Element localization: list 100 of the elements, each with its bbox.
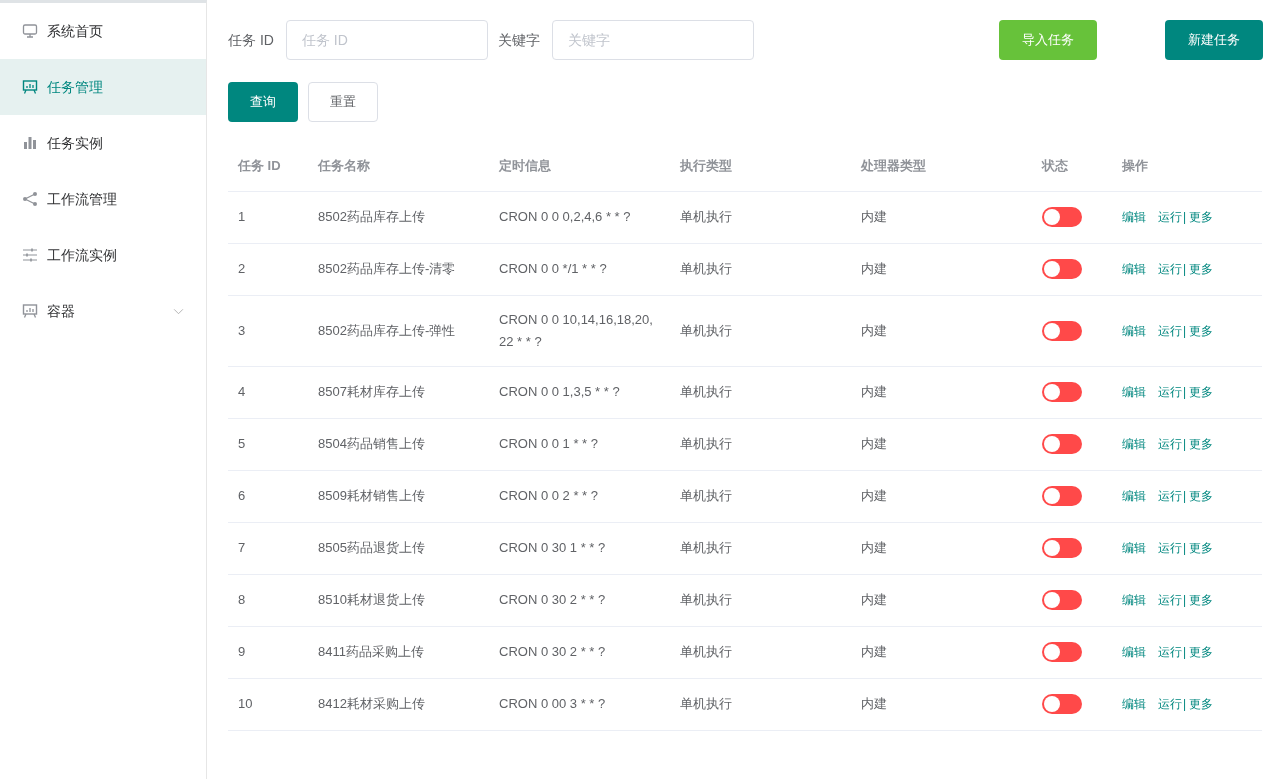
separator: |: [1183, 210, 1187, 224]
table-cell: 2: [238, 261, 246, 276]
sidebar-item[interactable]: 系统首页: [0, 3, 206, 59]
input-field[interactable]: 任务 ID: [285, 20, 488, 60]
separator: |: [1183, 489, 1187, 503]
separator: |: [1183, 541, 1187, 555]
toggle-switch[interactable]: [1042, 538, 1082, 559]
action-link[interactable]: 编辑: [1122, 385, 1146, 399]
table-cell: 单机执行: [680, 644, 732, 659]
table-cell: 单机执行: [680, 696, 732, 711]
action-link[interactable]: 运行: [1158, 262, 1182, 276]
action-link[interactable]: 更多: [1189, 489, 1214, 503]
table-cell: 8411药品采购上传: [318, 644, 424, 659]
sidebar-item[interactable]: 任务实例: [0, 115, 206, 171]
separator: |: [1183, 697, 1187, 711]
column-header: 处理器类型: [861, 158, 926, 174]
table-cell: 内建: [861, 436, 887, 451]
table-cell: 内建: [861, 322, 887, 338]
toggle-switch[interactable]: [1042, 434, 1082, 455]
action-link[interactable]: 编辑: [1122, 489, 1146, 503]
presentation-board-icon: [22, 79, 38, 95]
column-header: 执行类型: [680, 158, 732, 174]
table-cell: 内建: [861, 488, 887, 503]
action-link[interactable]: 编辑: [1122, 437, 1146, 451]
toggle-switch[interactable]: [1042, 207, 1082, 228]
action-link[interactable]: 运行: [1158, 541, 1182, 555]
monitor-icon: [22, 23, 38, 39]
action-link[interactable]: 更多: [1189, 593, 1214, 607]
separator: |: [1183, 437, 1187, 451]
separator: |: [1183, 385, 1187, 399]
chevron-down-icon: [173, 307, 184, 315]
sidebar-item[interactable]: 任务管理: [0, 59, 206, 115]
action-link[interactable]: 更多: [1189, 437, 1214, 451]
table-cell: 单机执行: [680, 322, 732, 338]
action-link[interactable]: 更多: [1189, 262, 1214, 276]
table-cell: 内建: [861, 261, 887, 276]
table-cell: CRON 0 0 1 * * ?: [499, 436, 598, 451]
query-button[interactable]: 查询: [228, 82, 298, 122]
toggle-switch[interactable]: [1042, 642, 1082, 663]
table-cell: 3: [238, 322, 246, 338]
action-link[interactable]: 更多: [1189, 697, 1214, 711]
action-link[interactable]: 编辑: [1122, 697, 1146, 711]
action-link[interactable]: 编辑: [1122, 262, 1146, 276]
sidebar-item[interactable]: 工作流实例: [0, 227, 206, 283]
action-link[interactable]: 更多: [1189, 385, 1214, 399]
action-link[interactable]: 更多: [1189, 210, 1214, 224]
table-cell: 单机执行: [680, 592, 732, 607]
action-link[interactable]: 更多: [1189, 645, 1214, 659]
action-link[interactable]: 运行: [1158, 323, 1182, 338]
column-header: 操作: [1122, 158, 1148, 174]
action-link[interactable]: 更多: [1189, 541, 1214, 555]
table-cell: 单机执行: [680, 488, 732, 503]
toggle-switch[interactable]: [1042, 486, 1082, 507]
create-button[interactable]: 新建任务: [1165, 20, 1263, 60]
sidebar-item[interactable]: 工作流管理: [0, 171, 206, 227]
table-cell: 6: [238, 488, 246, 503]
column-header: 任务 ID: [238, 158, 281, 174]
separator: |: [1183, 645, 1187, 659]
action-link[interactable]: 编辑: [1122, 541, 1146, 555]
table-cell: 8509耗材销售上传: [318, 488, 425, 503]
table-cell: 9: [238, 644, 246, 659]
bar-chart-icon: [22, 135, 38, 151]
input-field[interactable]: 关键字: [551, 20, 754, 60]
table-cell: CRON 0 00 3 * * ?: [499, 696, 606, 711]
action-link[interactable]: 编辑: [1122, 210, 1146, 224]
share-icon: [22, 191, 38, 207]
action-link[interactable]: 运行: [1158, 593, 1182, 607]
action-link[interactable]: 运行: [1158, 210, 1182, 224]
presentation-board-icon: [22, 303, 38, 319]
toggle-switch[interactable]: [1042, 259, 1082, 280]
toggle-switch[interactable]: [1042, 694, 1082, 715]
action-link[interactable]: 运行: [1158, 697, 1182, 711]
action-link[interactable]: 编辑: [1122, 593, 1146, 607]
column-header: 状态: [1042, 158, 1068, 174]
table-cell: 8: [238, 592, 246, 607]
action-link[interactable]: 运行: [1158, 385, 1182, 399]
toggle-switch[interactable]: [1042, 590, 1082, 611]
action-link[interactable]: 运行: [1158, 489, 1182, 503]
action-link[interactable]: 编辑: [1122, 323, 1146, 338]
table-cell: 8504药品销售上传: [318, 436, 425, 451]
reset-button[interactable]: 重置: [308, 82, 378, 122]
table-cell: 内建: [861, 209, 887, 224]
table-cell: 8502药品库存上传: [318, 209, 425, 224]
toggle-switch[interactable]: [1042, 320, 1082, 341]
toggle-switch[interactable]: [1042, 382, 1082, 403]
table-cell: CRON 0 0 10,14,16,18,20,22 * * ?: [499, 311, 653, 349]
table-cell: 5: [238, 436, 246, 451]
action-link[interactable]: 更多: [1189, 323, 1214, 338]
sidebar-item[interactable]: 容器: [0, 283, 206, 339]
table-cell: CRON 0 30 2 * * ?: [499, 592, 606, 607]
table-cell: 8502药品库存上传-弹性: [318, 322, 456, 338]
action-link[interactable]: 编辑: [1122, 645, 1146, 659]
column-header: 任务名称: [318, 158, 370, 174]
action-link[interactable]: 运行: [1158, 645, 1182, 659]
action-link[interactable]: 运行: [1158, 437, 1182, 451]
table-cell: CRON 0 0 */1 * * ?: [499, 261, 607, 276]
table-cell: 内建: [861, 540, 887, 555]
table-cell: 8502药品库存上传-清零: [318, 261, 456, 276]
table-cell: 7: [238, 540, 246, 555]
sliders-icon: [22, 247, 38, 263]
